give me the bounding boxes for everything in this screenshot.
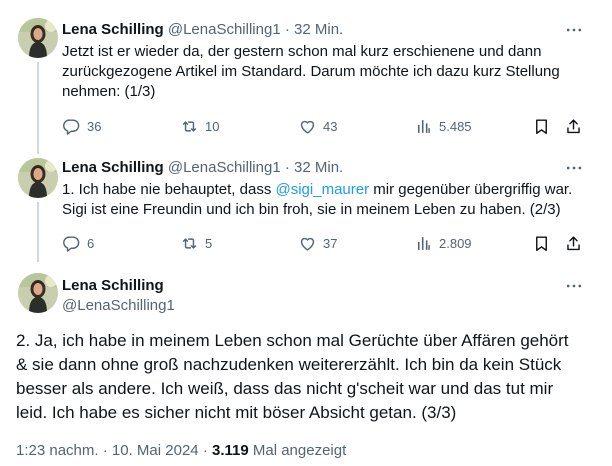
text-segment: 1. Ich habe nie behauptet, dass xyxy=(62,181,276,198)
views-label: Mal angezeigt xyxy=(252,442,347,459)
reply-button[interactable]: 6 xyxy=(62,231,94,255)
author-name[interactable]: Lena Schilling xyxy=(62,159,164,176)
bookmark-button[interactable] xyxy=(532,114,551,138)
retweet-button[interactable]: 10 xyxy=(180,114,219,138)
views-icon xyxy=(414,234,433,253)
reply-icon xyxy=(62,234,81,253)
bookmark-button[interactable] xyxy=(532,231,551,255)
retweet-icon xyxy=(180,117,199,136)
bookmark-icon xyxy=(532,234,551,253)
reply-count: 36 xyxy=(87,118,102,134)
share-icon xyxy=(564,234,583,253)
mention-link[interactable]: @sigi_maurer xyxy=(276,181,370,198)
views-count: 3.119 xyxy=(211,442,249,459)
retweet-button[interactable]: 5 xyxy=(180,231,212,255)
tweet-text-line: & sie dann ohne groß nachzudenken weiter… xyxy=(16,355,562,374)
more-icon[interactable] xyxy=(562,158,586,178)
reply-button[interactable]: 36 xyxy=(62,114,101,138)
reply-count: 6 xyxy=(87,235,95,251)
author-name[interactable]: Lena Schilling xyxy=(62,21,164,38)
author-handle[interactable]: @LenaSchilling1 xyxy=(168,159,281,176)
timestamp[interactable]: 32 Min. xyxy=(294,159,343,176)
avatar[interactable] xyxy=(18,273,58,313)
tweet-text: 2. Ja, ich habe in meinem Leben schon ma… xyxy=(16,329,596,425)
timestamp[interactable]: 32 Min. xyxy=(294,21,343,38)
reply-icon xyxy=(62,117,81,136)
views-count: 2.809 xyxy=(439,235,472,251)
tweet-text: Jetzt ist er wieder da, der gestern scho… xyxy=(62,42,560,102)
author-handle[interactable]: @LenaSchilling1 xyxy=(62,296,175,316)
tweet-text-line: leid. Ich habe es sicher nicht mit böser… xyxy=(16,403,457,422)
share-button[interactable] xyxy=(564,231,583,255)
avatar[interactable] xyxy=(18,18,58,58)
avatar[interactable] xyxy=(18,158,58,198)
thread-line xyxy=(37,62,39,154)
tweet-meta: 1:23 nachm. · 10. Mai 2024 · 3.119 Mal a… xyxy=(16,441,346,461)
separator: · xyxy=(202,442,208,459)
like-button[interactable]: 43 xyxy=(298,114,337,138)
thread-line xyxy=(37,202,39,262)
tweet-text-line: Sigi ist eine Freundin und ich bin froh,… xyxy=(62,201,561,218)
tweet-actions: 6 5 37 2.809 xyxy=(62,231,586,255)
share-icon xyxy=(564,117,583,136)
tweet-actions: 36 10 43 5.485 xyxy=(62,114,586,138)
tweet-header: Lena Schilling @LenaSchilling1 · 32 Min. xyxy=(62,158,343,178)
more-icon[interactable] xyxy=(562,276,586,296)
tweet-header: Lena Schilling @LenaSchilling1 · 32 Min. xyxy=(62,20,343,40)
retweet-count: 10 xyxy=(205,118,220,134)
like-icon xyxy=(298,117,317,136)
author-handle[interactable]: @LenaSchilling1 xyxy=(168,21,281,38)
tweet-text-line: zurückgezogene Artikel im Standard. Daru… xyxy=(62,63,560,80)
separator: · xyxy=(284,159,290,176)
views-count: 5.485 xyxy=(439,118,472,134)
tweet-text-line: 1. Ich habe nie behauptet, dass @sigi_ma… xyxy=(62,180,572,200)
post-time[interactable]: 1:23 nachm. xyxy=(16,442,99,459)
like-icon xyxy=(298,234,317,253)
like-button[interactable]: 37 xyxy=(298,231,337,255)
bookmark-icon xyxy=(532,117,551,136)
tweet-text-line: nehmen: (1/3) xyxy=(62,83,156,100)
separator: · xyxy=(284,21,290,38)
like-count: 43 xyxy=(323,118,338,134)
retweet-icon xyxy=(180,234,199,253)
more-icon[interactable] xyxy=(562,20,586,40)
views-button[interactable]: 2.809 xyxy=(414,231,472,255)
retweet-count: 5 xyxy=(205,235,213,251)
like-count: 37 xyxy=(323,235,338,251)
views-icon xyxy=(414,117,433,136)
post-date[interactable]: 10. Mai 2024 xyxy=(112,442,199,459)
tweet-text-line: besser als andere. Ich weiß, dass das ni… xyxy=(16,379,554,398)
tweet-text: 1. Ich habe nie behauptet, dass @sigi_ma… xyxy=(62,180,572,220)
text-segment: mir gegenüber übergriffig war. xyxy=(369,181,573,198)
author-name[interactable]: Lena Schilling xyxy=(62,276,164,296)
tweet-text-line: Jetzt ist er wieder da, der gestern scho… xyxy=(62,43,542,60)
separator: · xyxy=(102,442,108,459)
tweet-text-line: 2. Ja, ich habe in meinem Leben schon ma… xyxy=(16,331,569,350)
views-button[interactable]: 5.485 xyxy=(414,114,472,138)
share-button[interactable] xyxy=(564,114,583,138)
